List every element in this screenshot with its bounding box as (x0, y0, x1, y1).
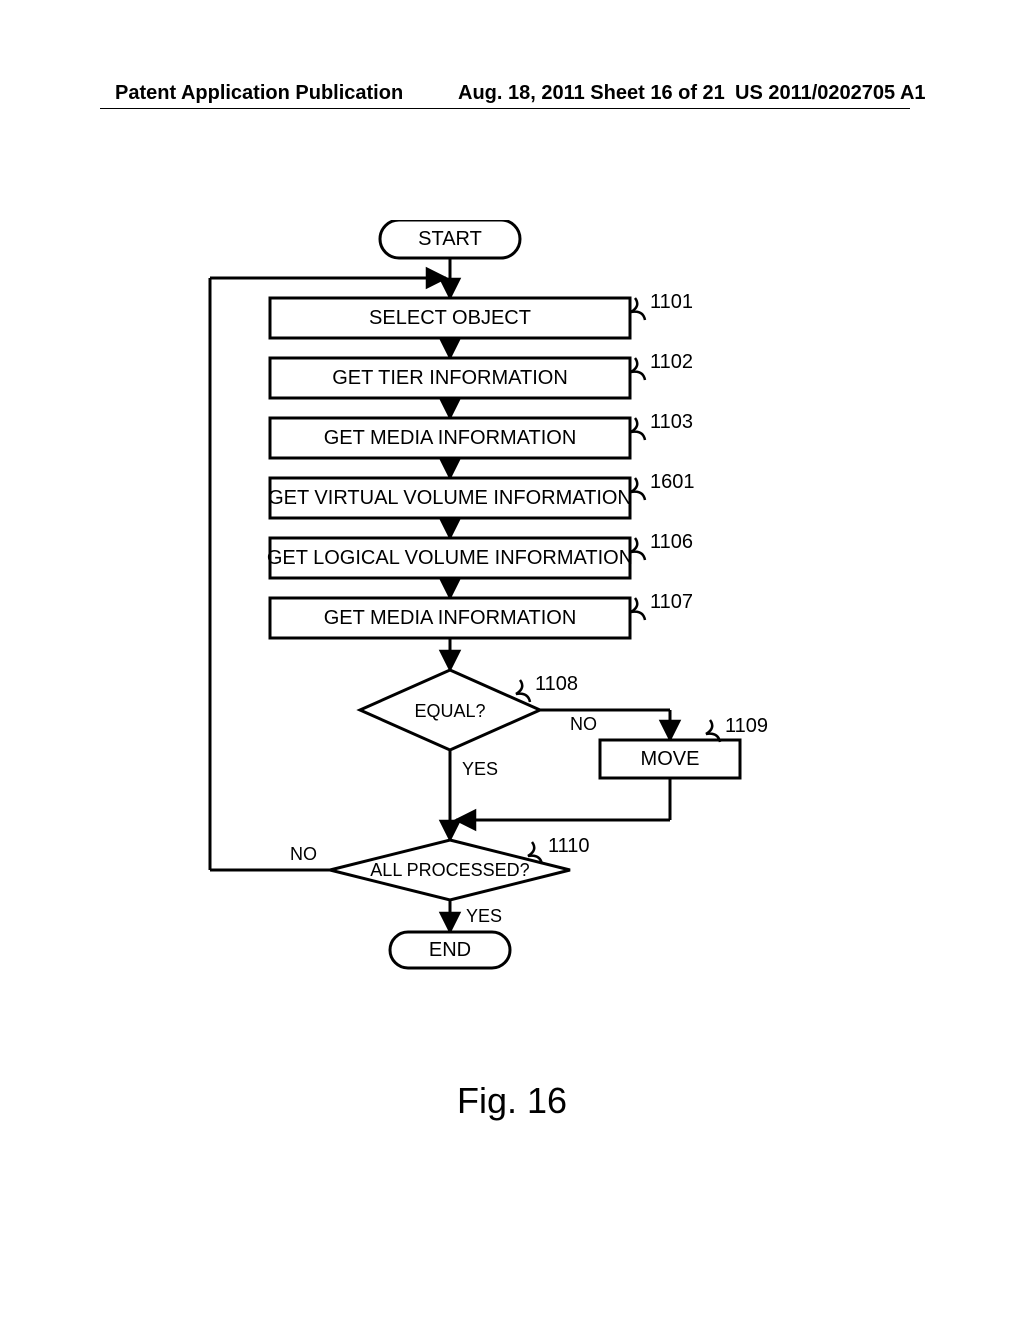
label-no-1: NO (570, 714, 597, 734)
ref-squiggle (631, 298, 645, 320)
step-4-label: GET VIRTUAL VOLUME INFORMATION (268, 487, 632, 509)
ref-1110: 1110 (548, 835, 590, 857)
terminal-end-label: END (429, 939, 471, 961)
step-move-label: MOVE (641, 748, 700, 770)
header-mid: Aug. 18, 2011 Sheet 16 of 21 (458, 82, 725, 105)
ref-1103: 1103 (650, 411, 693, 433)
decision-all-processed-label: ALL PROCESSED? (370, 860, 529, 880)
header-right: US 2011/0202705 A1 (735, 82, 926, 105)
figure-caption: Fig. 16 (0, 1080, 1024, 1122)
step-2-label: GET TIER INFORMATION (332, 367, 568, 389)
ref-1109: 1109 (725, 715, 768, 737)
ref-squiggle (631, 478, 645, 500)
ref-squiggle (631, 418, 645, 440)
ref-1601: 1601 (650, 471, 695, 493)
ref-1107: 1107 (650, 591, 693, 613)
ref-1102: 1102 (650, 351, 693, 373)
step-5-label: GET LOGICAL VOLUME INFORMATION (267, 547, 633, 569)
header-rule (100, 108, 910, 109)
step-3-label: GET MEDIA INFORMATION (324, 427, 577, 449)
label-yes-1: YES (462, 759, 498, 779)
terminal-start-label: START (418, 228, 482, 250)
ref-squiggle (631, 358, 645, 380)
step-1-label: SELECT OBJECT (369, 307, 531, 329)
ref-squiggle (631, 598, 645, 620)
ref-1101: 1101 (650, 291, 693, 313)
header-left: Patent Application Publication (115, 82, 403, 105)
ref-1106: 1106 (650, 531, 693, 553)
ref-1108: 1108 (535, 673, 578, 695)
flowchart: START SELECT OBJECT 1101 GET TIER INFORM… (170, 220, 870, 1040)
label-yes-2: YES (466, 906, 502, 926)
decision-equal-label: EQUAL? (414, 701, 485, 721)
step-6-label: GET MEDIA INFORMATION (324, 607, 577, 629)
label-no-2: NO (290, 844, 317, 864)
